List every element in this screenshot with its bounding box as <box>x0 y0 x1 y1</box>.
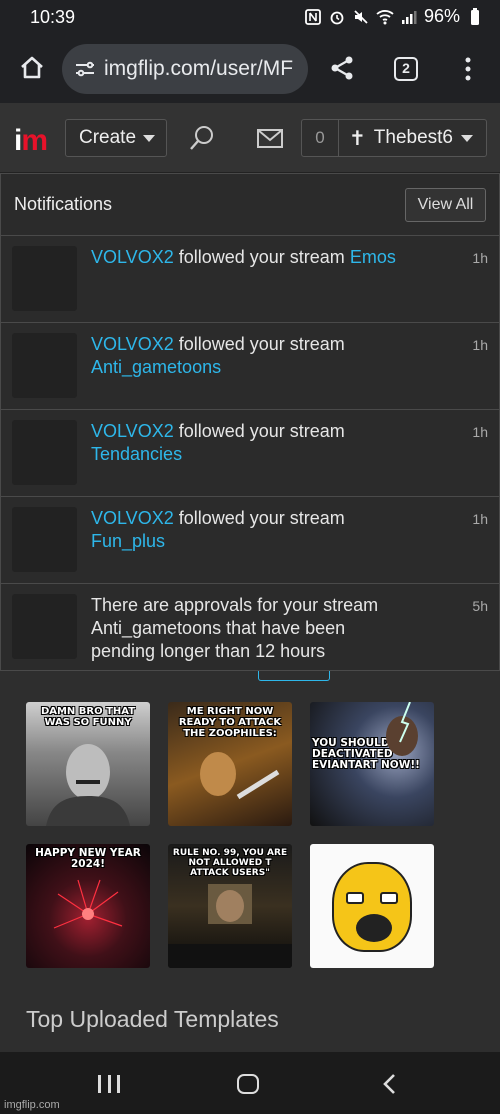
actor-link[interactable]: VOLVOX2 <box>91 421 174 441</box>
home-button-icon[interactable] <box>237 1074 259 1094</box>
section-title: Top Uploaded Templates <box>26 1006 279 1032</box>
mail-icon[interactable] <box>256 128 284 150</box>
back-icon[interactable] <box>381 1073 397 1095</box>
chevron-down-icon <box>460 134 473 142</box>
avatar <box>12 507 77 572</box>
avatar <box>12 420 77 485</box>
notification-item[interactable]: VOLVOX2 followed your stream Anti_gametoo… <box>1 323 499 410</box>
nfc-icon <box>304 8 322 26</box>
more-menu-icon[interactable] <box>460 54 476 84</box>
notification-text: followed your stream <box>178 508 345 528</box>
notification-time: 1h <box>472 250 488 266</box>
meme-thumbnail[interactable]: DAMN BRO THAT WAS SO FUNNY <box>26 702 150 826</box>
meme-thumbnail[interactable]: ME RIGHT NOW READY TO ATTACK THE ZOOPHIL… <box>168 702 292 826</box>
create-label: Create <box>79 127 137 148</box>
notification-time: 1h <box>472 424 488 440</box>
mute-icon <box>352 8 370 26</box>
notification-time: 5h <box>472 598 488 614</box>
notification-time: 1h <box>472 511 488 527</box>
notifications-title: Notifications <box>14 194 113 214</box>
actor-link[interactable]: VOLVOX2 <box>91 334 174 354</box>
meme-thumbnail[interactable]: YOU SHOULD T DEACTIVATED EVIANTART NOW!! <box>310 702 434 826</box>
meme-thumbnail[interactable]: RULE NO. 99, YOU ARE NOT ALLOWED T ATTAC… <box>168 844 292 968</box>
avatar <box>12 246 77 311</box>
stream-link[interactable]: Tendancies <box>91 444 182 464</box>
status-bar: 10:39 96% <box>0 0 500 36</box>
alarm-icon <box>328 8 346 26</box>
stream-link[interactable]: Fun_plus <box>91 531 165 551</box>
notification-item[interactable]: VOLVOX2 followed your stream Emos 1h <box>1 236 499 323</box>
recents-icon[interactable] <box>98 1075 120 1093</box>
share-icon[interactable] <box>328 54 356 82</box>
notifications-panel: Notifications View All VOLVOX2 followed … <box>0 173 500 671</box>
notification-item[interactable]: VOLVOX2 followed your stream Tendancies 1… <box>1 410 499 497</box>
cross-icon: ✝ <box>349 127 366 150</box>
watermark: imgflip.com <box>4 1099 60 1111</box>
avatar <box>12 594 77 659</box>
username: Thebest6 <box>373 127 453 148</box>
meme-thumbnail[interactable] <box>310 844 434 968</box>
notifications-header: Notifications View All <box>1 174 499 236</box>
wifi-icon <box>376 8 394 26</box>
user-menu-button[interactable]: ✝ Thebest6 <box>339 119 487 157</box>
notification-text: followed your stream <box>178 247 345 267</box>
notification-text: There are approvals for your stream Anti… <box>91 595 379 661</box>
address-bar[interactable]: imgflip.com/user/MF <box>62 44 308 94</box>
meme-thumbnail[interactable]: HAPPY NEW YEAR 2024! <box>26 844 150 968</box>
chevron-down-icon <box>143 134 156 142</box>
stream-link[interactable]: Emos <box>350 247 396 267</box>
view-all-button[interactable]: View All <box>405 188 486 222</box>
signal-icon <box>400 8 418 26</box>
notification-text: followed your stream <box>178 421 345 441</box>
battery-percent: 96% <box>423 6 460 26</box>
notification-item[interactable]: There are approvals for your stream Anti… <box>1 584 499 671</box>
notification-time: 1h <box>472 337 488 353</box>
soyjak-image <box>332 862 412 952</box>
home-icon[interactable] <box>18 54 46 82</box>
site-settings-icon[interactable] <box>74 58 96 80</box>
create-button[interactable]: Create <box>65 119 167 157</box>
notification-item[interactable]: VOLVOX2 followed your stream Fun_plus 1h <box>1 497 499 584</box>
avatar <box>12 333 77 398</box>
notification-text: followed your stream <box>178 334 345 354</box>
stream-link[interactable]: Anti_gametoons <box>91 357 221 377</box>
browser-toolbar: imgflip.com/user/MF 2 <box>0 36 500 103</box>
status-time: 10:39 <box>30 7 76 27</box>
search-icon[interactable] <box>188 124 216 152</box>
actor-link[interactable]: VOLVOX2 <box>91 247 174 267</box>
notification-count[interactable]: 0 <box>301 119 339 157</box>
url-text: imgflip.com/user/MF <box>104 57 294 80</box>
imgflip-logo[interactable]: im <box>14 124 48 158</box>
actor-link[interactable]: VOLVOX2 <box>91 508 174 528</box>
tab-switcher-button[interactable]: 2 <box>394 57 418 81</box>
battery-icon <box>466 7 484 26</box>
